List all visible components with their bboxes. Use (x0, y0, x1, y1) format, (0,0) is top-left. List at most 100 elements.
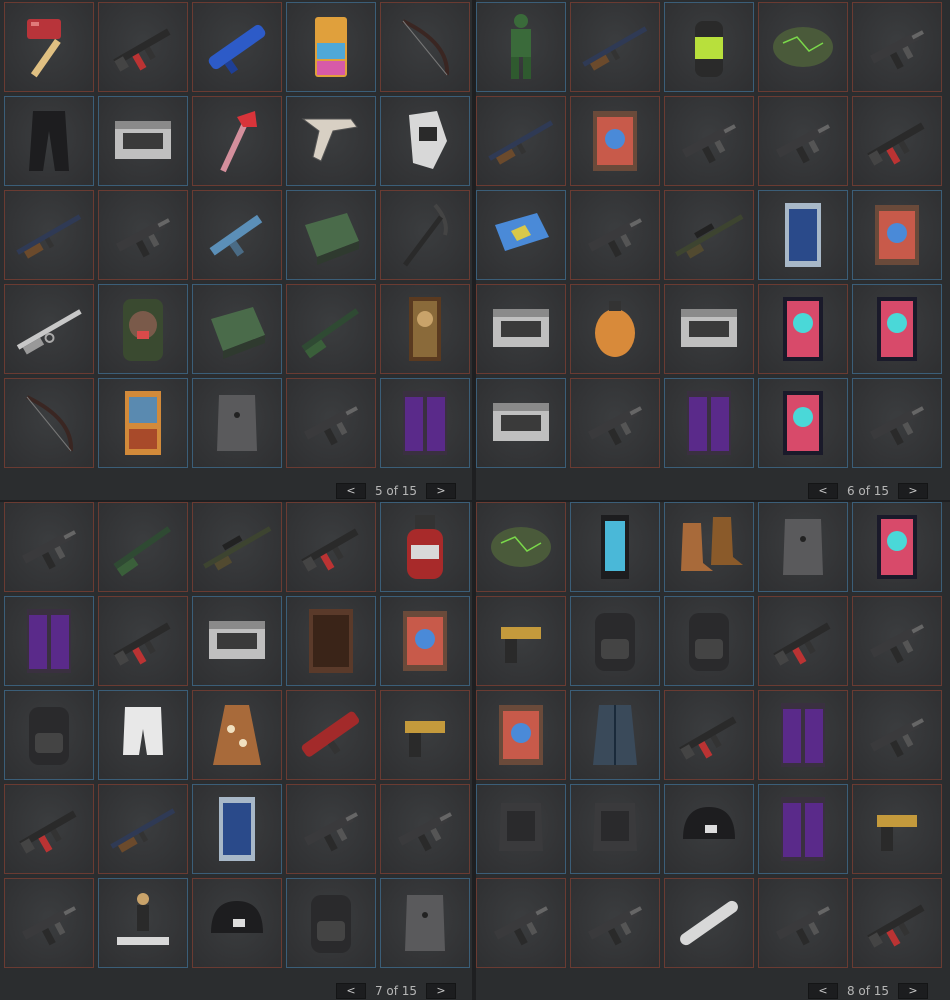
item-slot[interactable] (98, 190, 188, 280)
item-slot[interactable] (852, 784, 942, 874)
item-slot[interactable] (4, 690, 94, 780)
item-slot[interactable] (98, 596, 188, 686)
item-slot[interactable] (286, 378, 376, 468)
item-slot[interactable] (664, 378, 754, 468)
item-slot[interactable] (4, 784, 94, 874)
item-slot[interactable] (476, 378, 566, 468)
item-slot[interactable] (4, 284, 94, 374)
item-slot[interactable] (286, 784, 376, 874)
item-slot[interactable] (758, 690, 848, 780)
item-slot[interactable] (758, 378, 848, 468)
item-slot[interactable] (192, 96, 282, 186)
item-slot[interactable] (758, 96, 848, 186)
item-slot[interactable] (476, 784, 566, 874)
item-slot[interactable] (192, 784, 282, 874)
item-slot[interactable] (4, 96, 94, 186)
item-slot[interactable] (852, 596, 942, 686)
item-slot[interactable] (98, 284, 188, 374)
item-slot[interactable] (286, 596, 376, 686)
item-slot[interactable] (852, 96, 942, 186)
item-slot[interactable] (380, 596, 470, 686)
item-slot[interactable] (758, 2, 848, 92)
item-slot[interactable] (192, 2, 282, 92)
item-slot[interactable] (852, 502, 942, 592)
item-slot[interactable] (570, 96, 660, 186)
item-slot[interactable] (758, 878, 848, 968)
prev-page-button[interactable]: < (336, 983, 366, 999)
item-slot[interactable] (570, 190, 660, 280)
item-slot[interactable] (98, 378, 188, 468)
item-slot[interactable] (570, 284, 660, 374)
item-slot[interactable] (380, 378, 470, 468)
item-slot[interactable] (192, 190, 282, 280)
item-slot[interactable] (476, 596, 566, 686)
item-slot[interactable] (286, 690, 376, 780)
item-slot[interactable] (758, 502, 848, 592)
item-slot[interactable] (570, 596, 660, 686)
item-slot[interactable] (380, 190, 470, 280)
item-slot[interactable] (476, 2, 566, 92)
item-slot[interactable] (758, 190, 848, 280)
item-slot[interactable] (98, 2, 188, 92)
item-slot[interactable] (380, 502, 470, 592)
item-slot[interactable] (476, 284, 566, 374)
item-slot[interactable] (664, 878, 754, 968)
item-slot[interactable] (664, 690, 754, 780)
item-slot[interactable] (852, 2, 942, 92)
item-slot[interactable] (758, 596, 848, 686)
item-slot[interactable] (852, 878, 942, 968)
item-slot[interactable] (380, 878, 470, 968)
item-slot[interactable] (286, 284, 376, 374)
item-slot[interactable] (4, 190, 94, 280)
item-slot[interactable] (476, 502, 566, 592)
item-slot[interactable] (664, 502, 754, 592)
item-slot[interactable] (758, 784, 848, 874)
item-slot[interactable] (664, 784, 754, 874)
item-slot[interactable] (852, 378, 942, 468)
item-slot[interactable] (476, 96, 566, 186)
prev-page-button[interactable]: < (808, 983, 838, 999)
item-slot[interactable] (852, 690, 942, 780)
item-slot[interactable] (476, 878, 566, 968)
prev-page-button[interactable]: < (808, 483, 838, 499)
item-slot[interactable] (192, 878, 282, 968)
item-slot[interactable] (476, 690, 566, 780)
item-slot[interactable] (4, 878, 94, 968)
item-slot[interactable] (664, 2, 754, 92)
item-slot[interactable] (192, 596, 282, 686)
item-slot[interactable] (286, 2, 376, 92)
item-slot[interactable] (570, 690, 660, 780)
item-slot[interactable] (192, 284, 282, 374)
next-page-button[interactable]: > (898, 483, 928, 499)
item-slot[interactable] (570, 2, 660, 92)
item-slot[interactable] (380, 690, 470, 780)
item-slot[interactable] (570, 878, 660, 968)
item-slot[interactable] (380, 284, 470, 374)
item-slot[interactable] (4, 2, 94, 92)
item-slot[interactable] (664, 596, 754, 686)
item-slot[interactable] (98, 878, 188, 968)
item-slot[interactable] (380, 96, 470, 186)
item-slot[interactable] (4, 596, 94, 686)
item-slot[interactable] (286, 502, 376, 592)
item-slot[interactable] (852, 190, 942, 280)
next-page-button[interactable]: > (426, 483, 456, 499)
item-slot[interactable] (570, 378, 660, 468)
item-slot[interactable] (286, 878, 376, 968)
item-slot[interactable] (98, 502, 188, 592)
item-slot[interactable] (664, 96, 754, 186)
item-slot[interactable] (664, 190, 754, 280)
next-page-button[interactable]: > (426, 983, 456, 999)
item-slot[interactable] (192, 378, 282, 468)
item-slot[interactable] (286, 96, 376, 186)
item-slot[interactable] (98, 690, 188, 780)
item-slot[interactable] (476, 190, 566, 280)
item-slot[interactable] (192, 502, 282, 592)
item-slot[interactable] (98, 96, 188, 186)
item-slot[interactable] (758, 284, 848, 374)
item-slot[interactable] (4, 378, 94, 468)
item-slot[interactable] (286, 190, 376, 280)
item-slot[interactable] (664, 284, 754, 374)
next-page-button[interactable]: > (898, 983, 928, 999)
prev-page-button[interactable]: < (336, 483, 366, 499)
